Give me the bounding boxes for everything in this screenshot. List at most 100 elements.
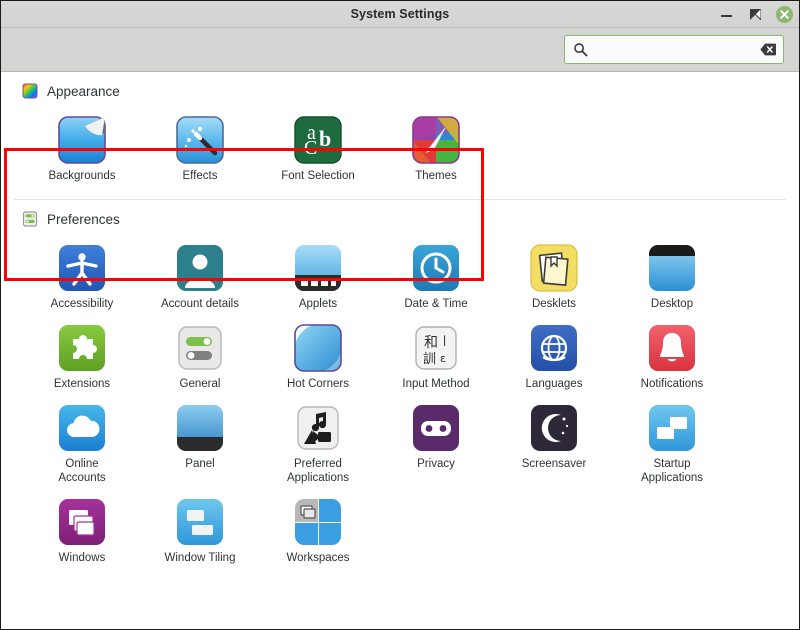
tile-label: Applets (299, 297, 337, 311)
tile-screensaver[interactable]: Screensaver (495, 397, 613, 491)
maximize-icon (750, 9, 761, 20)
workspaces-grid-icon (294, 498, 342, 546)
tile-hot-corners[interactable]: Hot Corners (259, 317, 377, 397)
desktop-screen-icon (648, 244, 696, 292)
extensions-puzzle-icon (58, 324, 106, 372)
tile-label: Workspaces (286, 551, 349, 565)
tile-label: Effects (183, 169, 218, 183)
tile-label: Accessibility (51, 297, 114, 311)
window-tiling-icon (176, 498, 224, 546)
close-icon (779, 9, 790, 20)
tile-backgrounds[interactable]: Backgrounds (23, 109, 141, 189)
preferences-sliders-icon (22, 211, 38, 227)
tile-online-accounts[interactable]: Online Accounts (23, 397, 141, 491)
tile-label: Preferred Applications (287, 457, 349, 485)
tile-notifications[interactable]: Notifications (613, 317, 731, 397)
clock-icon (412, 244, 460, 292)
desklets-notes-icon (530, 244, 578, 292)
account-avatar-icon (176, 244, 224, 292)
section-preferences: Preferences Accessibility (13, 200, 787, 571)
tile-label: Windows (59, 551, 106, 565)
preferences-section-header: Preferences (13, 200, 787, 231)
svg-text:和: 和 (424, 335, 438, 351)
tile-label: Online Accounts (58, 457, 105, 485)
preferences-items-grid: Accessibility Account details (13, 231, 787, 571)
tile-window-tiling[interactable]: Window Tiling (141, 491, 259, 571)
tile-label: Extensions (54, 377, 110, 391)
svg-text:b: b (319, 126, 331, 151)
title-bar: System Settings (1, 1, 799, 28)
svg-text:ε: ε (440, 352, 446, 365)
window-title: System Settings (351, 7, 450, 21)
tile-themes[interactable]: Themes (377, 109, 495, 189)
tile-privacy[interactable]: Privacy (377, 397, 495, 491)
appearance-section-title: Appearance (47, 84, 120, 99)
tile-label: General (180, 377, 221, 391)
notifications-bell-icon (648, 324, 696, 372)
hot-corners-icon (294, 324, 342, 372)
tile-account-details[interactable]: Account details (141, 237, 259, 317)
tile-font-selection[interactable]: a b C Font Selection (259, 109, 377, 189)
tile-label: Desktop (651, 297, 693, 311)
maximize-button[interactable] (747, 6, 764, 23)
preferences-section-title: Preferences (47, 212, 120, 227)
tile-label: Privacy (417, 457, 455, 471)
themes-paintbrush-icon (412, 116, 460, 164)
clear-backspace-icon[interactable] (760, 43, 776, 56)
close-button[interactable] (776, 6, 793, 23)
search-icon (573, 42, 589, 57)
privacy-mask-icon (412, 404, 460, 452)
windows-stack-icon (58, 498, 106, 546)
search-toolbar (1, 28, 799, 72)
tile-panel[interactable]: Panel (141, 397, 259, 491)
tile-desktop[interactable]: Desktop (613, 237, 731, 317)
tile-label: Startup Applications (641, 457, 703, 485)
tile-workspaces[interactable]: Workspaces (259, 491, 377, 571)
effects-magicwand-icon (176, 116, 224, 164)
general-toggles-icon (176, 324, 224, 372)
tile-general[interactable]: General (141, 317, 259, 397)
online-accounts-cloud-icon (58, 404, 106, 452)
tile-label: Font Selection (281, 169, 355, 183)
font-selection-icon: a b C (294, 116, 342, 164)
panel-bar-icon (176, 404, 224, 452)
search-input[interactable] (589, 43, 760, 57)
tile-label: Themes (415, 169, 457, 183)
tile-effects[interactable]: Effects (141, 109, 259, 189)
tile-accessibility[interactable]: Accessibility (23, 237, 141, 317)
tile-label: Date & Time (404, 297, 467, 311)
appearance-items-grid: Backgrounds (13, 103, 787, 199)
tile-label: Window Tiling (165, 551, 236, 565)
minimize-button[interactable] (718, 6, 735, 23)
search-box[interactable] (564, 35, 784, 64)
applets-panel-icon (294, 244, 342, 292)
tile-startup-applications[interactable]: Startup Applications (613, 397, 731, 491)
tile-date-time[interactable]: Date & Time (377, 237, 495, 317)
tile-label: Backgrounds (48, 169, 115, 183)
tile-label: Panel (185, 457, 214, 471)
system-settings-window: System Settings (0, 0, 800, 630)
tile-languages[interactable]: Languages (495, 317, 613, 397)
tile-label: Screensaver (522, 457, 587, 471)
tile-label: Desklets (532, 297, 576, 311)
accessibility-person-icon (58, 244, 106, 292)
settings-content: Appearance (1, 72, 799, 629)
preferred-applications-icon (294, 404, 342, 452)
languages-globe-icon (530, 324, 578, 372)
tile-label: Notifications (641, 377, 704, 391)
tile-input-method[interactable]: 和 ㅣ 訓 ε Input Method (377, 317, 495, 397)
tile-applets[interactable]: Applets (259, 237, 377, 317)
svg-text:C: C (304, 137, 317, 159)
section-appearance: Appearance (13, 72, 787, 199)
tile-label: Hot Corners (287, 377, 349, 391)
tile-label: Languages (526, 377, 583, 391)
tile-desklets[interactable]: Desklets (495, 237, 613, 317)
tile-windows[interactable]: Windows (23, 491, 141, 571)
tile-preferred-applications[interactable]: Preferred Applications (259, 397, 377, 491)
tile-label: Account details (161, 297, 239, 311)
screensaver-moon-icon (530, 404, 578, 452)
tile-label: Input Method (402, 377, 469, 391)
svg-text:訓: 訓 (423, 351, 436, 367)
tile-extensions[interactable]: Extensions (23, 317, 141, 397)
rainbow-palette-icon (22, 83, 38, 99)
